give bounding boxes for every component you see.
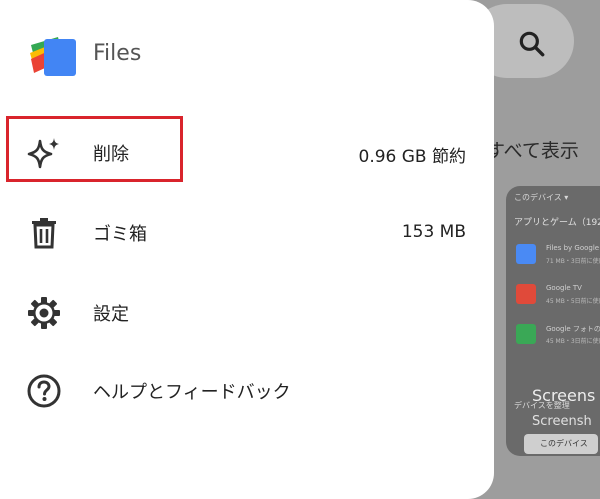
drawer-item-value: 153 MB	[401, 222, 466, 242]
help-circle-icon	[27, 374, 61, 408]
files-logo-icon	[30, 37, 76, 76]
app-icon	[516, 324, 536, 344]
device-chip[interactable]: このデバイス	[524, 434, 598, 454]
app-name: Google フォトの…	[546, 325, 600, 333]
app-meta: 45 MB・3日前に使用	[546, 338, 600, 345]
app-row: Google フォトの… 45 MB・3日前に使用	[506, 314, 600, 354]
app-row: Files by Google 71 MB・3日前に使用	[506, 234, 600, 274]
drawer-item-trash[interactable]: ゴミ箱 153 MB	[0, 202, 494, 262]
app-meta: 45 MB・5日前に使用	[546, 298, 600, 305]
card-header: このデバイス ▾	[514, 193, 569, 202]
see-all-link[interactable]: すべて表示	[486, 136, 579, 163]
card-section-title: アプリとゲーム（192）	[514, 218, 600, 228]
app-name: Google TV	[546, 284, 582, 292]
drawer-item-value: 0.96 GB 節約	[358, 147, 467, 167]
search-icon	[519, 31, 545, 57]
navigation-drawer: Files 削除 0.96 GB 節約 ゴミ箱 153 MB 設定 ヘルプとフィ…	[0, 0, 494, 499]
app-icon	[516, 244, 536, 264]
drawer-item-label: 設定	[93, 304, 129, 325]
trash-icon	[32, 218, 56, 249]
drawer-item-settings[interactable]: 設定	[0, 282, 494, 342]
app-meta: 71 MB・3日前に使用	[546, 258, 600, 265]
app-row: Google TV 45 MB・5日前に使用	[506, 274, 600, 314]
app-title: Files	[93, 41, 142, 66]
drawer-item-help[interactable]: ヘルプとフィードバック	[0, 360, 494, 420]
drawer-item-label: ゴミ箱	[93, 224, 147, 245]
screenshot-sub: Screensh	[532, 414, 592, 429]
app-name: Files by Google	[546, 244, 600, 252]
screenshot-title: Screens	[532, 386, 596, 405]
highlight-box	[6, 116, 183, 182]
gear-icon	[28, 297, 60, 329]
storage-card[interactable]: このデバイス ▾ アプリとゲーム（192） Files by Google 71…	[506, 186, 600, 456]
drawer-item-label: ヘルプとフィードバック	[93, 382, 291, 403]
app-icon	[516, 284, 536, 304]
